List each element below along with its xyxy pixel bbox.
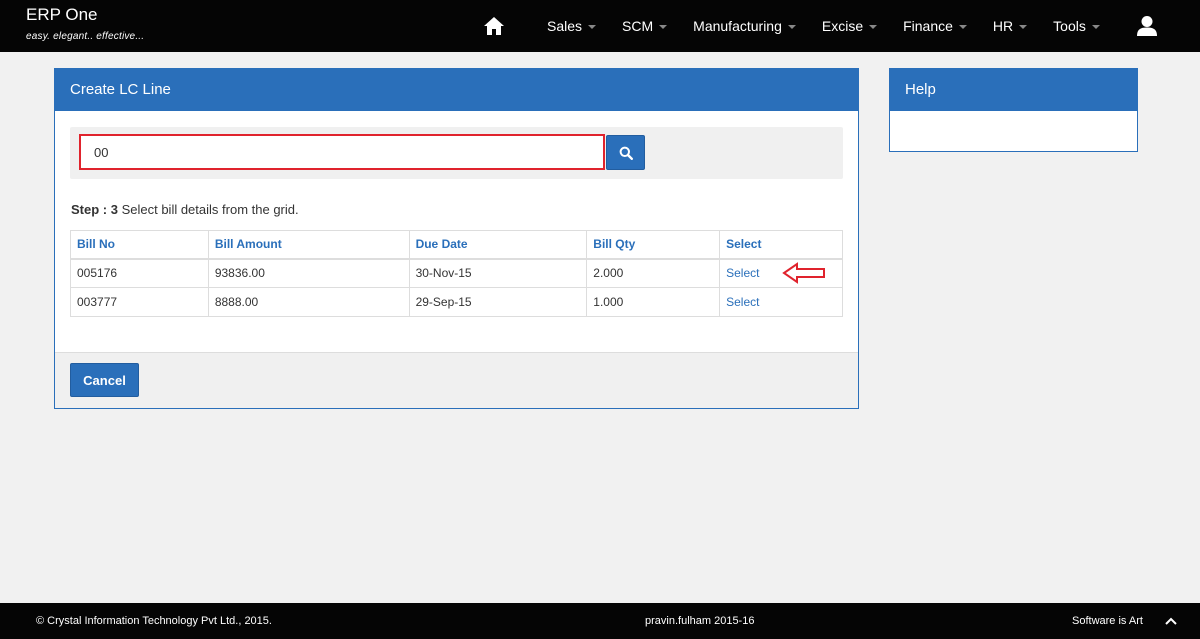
caret-down-icon (588, 25, 597, 29)
step-text: Select bill details from the grid. (117, 202, 299, 217)
nav-scm[interactable]: SCM (609, 0, 680, 52)
nav-finance[interactable]: Finance (890, 0, 980, 52)
app-tagline: easy. elegant.. effective... (26, 31, 145, 42)
caret-down-icon (869, 25, 878, 29)
cell-due-date: 29-Sep-15 (408, 287, 588, 317)
step-instruction: Step : 3 Select bill details from the gr… (71, 202, 299, 217)
caret-down-icon (659, 25, 668, 29)
cell-bill-amount: 93836.00 (207, 258, 410, 288)
nav-home[interactable] (478, 0, 510, 52)
nav-tools[interactable]: Tools (1040, 0, 1113, 52)
help-title: Help (890, 69, 1137, 111)
caret-down-icon (958, 25, 967, 29)
footer-copyright: © Crystal Information Technology Pvt Ltd… (36, 615, 272, 627)
chevron-up-icon[interactable] (1163, 613, 1179, 629)
column-header-bill-amount[interactable]: Bill Amount (207, 230, 410, 260)
cell-bill-qty: 2.000 (586, 258, 721, 288)
search-button[interactable] (606, 135, 645, 170)
nav-user[interactable] (1127, 0, 1167, 52)
footer-slogan: Software is Art (1072, 615, 1143, 627)
search-icon (619, 146, 633, 160)
cell-bill-qty: 1.000 (586, 287, 721, 317)
search-well (70, 127, 843, 179)
column-header-due-date[interactable]: Due Date (408, 230, 588, 260)
home-icon (484, 17, 504, 35)
brand[interactable]: ERP One easy. elegant.. effective... (26, 5, 144, 42)
app-title: ERP One (26, 5, 98, 24)
cancel-button[interactable]: Cancel (70, 363, 139, 397)
nav-manufacturing-label: Manufacturing (693, 18, 782, 34)
cell-bill-no: 005176 (70, 258, 209, 288)
nav-sales[interactable]: Sales (534, 0, 609, 52)
search-input[interactable] (79, 134, 605, 170)
nav-hr[interactable]: HR (980, 0, 1040, 52)
help-panel: Help (889, 68, 1138, 152)
nav-manufacturing[interactable]: Manufacturing (680, 0, 809, 52)
table-row: 003777 8888.00 29-Sep-15 1.000 Select (70, 287, 843, 317)
table-row: 005176 93836.00 30-Nov-15 2.000 Select (70, 258, 843, 288)
column-header-bill-qty[interactable]: Bill Qty (586, 230, 721, 260)
column-header-select: Select (719, 230, 843, 260)
user-icon (1136, 16, 1157, 36)
caret-down-icon (787, 25, 796, 29)
page-footer: © Crystal Information Technology Pvt Ltd… (0, 603, 1200, 639)
bill-grid: Bill No Bill Amount Due Date Bill Qty Se… (70, 230, 843, 317)
cell-bill-no: 003777 (70, 287, 209, 317)
nav-excise-label: Excise (821, 18, 864, 34)
nav-scm-label: SCM (622, 18, 654, 34)
caret-down-icon (1019, 25, 1028, 29)
top-navbar: ERP One easy. elegant.. effective... Sal… (0, 0, 1200, 52)
cell-due-date: 30-Nov-15 (408, 258, 588, 288)
grid-header-row: Bill No Bill Amount Due Date Bill Qty Se… (70, 230, 843, 260)
step-label: Step : 3 (71, 202, 118, 217)
nav-hr-label: HR (992, 18, 1014, 34)
panel-title: Create LC Line (55, 69, 858, 111)
nav-finance-label: Finance (903, 18, 953, 34)
nav-tools-label: Tools (1053, 18, 1086, 34)
footer-user: pravin.fulham 2015-16 (645, 615, 755, 627)
cell-bill-amount: 8888.00 (207, 287, 410, 317)
create-lc-line-panel: Create LC Line Step : 3 Select bill deta… (54, 68, 859, 409)
nav-sales-label: Sales (547, 18, 583, 34)
caret-down-icon (1091, 25, 1100, 29)
annotation-arrow-icon (782, 262, 825, 284)
panel-footer: Cancel (55, 352, 858, 408)
main-nav: Sales SCM Manufacturing Excise Finance H… (478, 0, 1167, 52)
select-link[interactable]: Select (719, 287, 843, 317)
column-header-bill-no[interactable]: Bill No (70, 230, 209, 260)
nav-excise[interactable]: Excise (809, 0, 890, 52)
